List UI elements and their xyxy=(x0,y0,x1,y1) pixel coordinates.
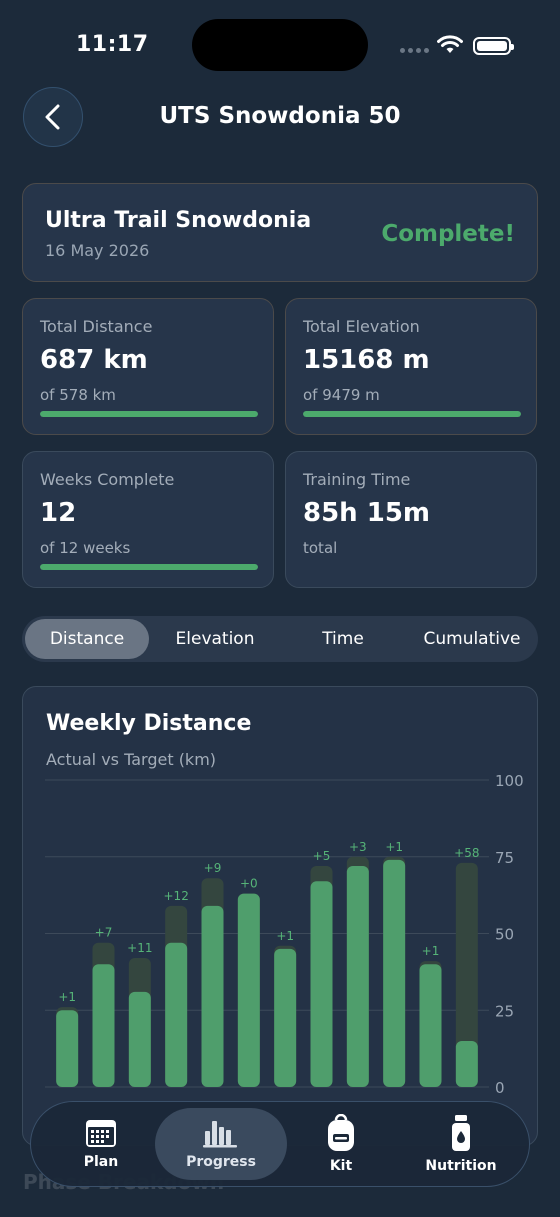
tab-bar: Plan Progress Kit Nutrition xyxy=(30,1101,530,1187)
segment-time[interactable]: Time xyxy=(281,619,405,659)
segment-distance[interactable]: Distance xyxy=(25,619,149,659)
tab-kit[interactable]: Kit xyxy=(275,1108,407,1180)
data-label: +5 xyxy=(313,849,331,863)
stat-sub: of 12 weeks xyxy=(40,539,131,557)
progress-bar xyxy=(40,564,258,570)
data-label: +11 xyxy=(127,941,152,955)
stat-sub: of 9479 m xyxy=(303,386,380,404)
data-label: +1 xyxy=(385,840,403,854)
actual-bar xyxy=(346,865,369,1087)
stat-sub: total xyxy=(303,539,338,557)
actual-bar xyxy=(128,991,151,1087)
stat-label: Training Time xyxy=(303,470,411,489)
actual-bar xyxy=(383,859,406,1087)
wifi-icon xyxy=(437,35,463,53)
data-label: +1 xyxy=(276,929,294,943)
stat-sub: of 578 km xyxy=(40,386,116,404)
backpack-icon xyxy=(328,1114,354,1151)
race-summary-card: Ultra Trail Snowdonia 16 May 2026 Comple… xyxy=(22,183,538,282)
progress-bar xyxy=(303,411,521,417)
bottle-icon xyxy=(452,1115,470,1151)
actual-bar xyxy=(455,1040,478,1087)
stat-value: 85h 15m xyxy=(303,498,431,528)
dynamic-island xyxy=(192,19,368,71)
stat-card-total-elevation: Total Elevation 15168 m of 9479 m xyxy=(285,298,537,435)
weekly-distance-chart-card: Weekly Distance Actual vs Target (km) 02… xyxy=(22,686,538,1146)
race-name: Ultra Trail Snowdonia xyxy=(45,208,312,233)
stat-label: Total Elevation xyxy=(303,317,420,336)
progress-bar xyxy=(40,411,258,417)
data-label: +58 xyxy=(454,846,479,860)
data-label: +1 xyxy=(422,944,440,958)
data-label: +1 xyxy=(58,990,76,1004)
stat-card-total-distance: Total Distance 687 km of 578 km xyxy=(22,298,274,435)
stat-label: Total Distance xyxy=(40,317,153,336)
actual-bar xyxy=(310,881,333,1087)
race-status-badge: Complete! xyxy=(381,221,515,247)
data-label: +3 xyxy=(349,840,367,854)
y-tick-label: 25 xyxy=(495,1002,514,1020)
page-title: UTS Snowdonia 50 xyxy=(159,103,401,129)
y-tick-label: 100 xyxy=(495,772,524,790)
tab-label: Nutrition xyxy=(425,1158,497,1174)
actual-bar xyxy=(274,948,297,1087)
calendar-icon xyxy=(86,1120,116,1147)
stat-value: 12 xyxy=(40,498,77,528)
actual-bar xyxy=(237,893,260,1087)
stat-card-weeks-complete: Weeks Complete 12 of 12 weeks xyxy=(22,451,274,588)
y-tick-label: 50 xyxy=(495,926,514,944)
actual-bar xyxy=(419,964,442,1087)
actual-bar xyxy=(92,964,115,1087)
data-label: +0 xyxy=(240,877,258,891)
data-label: +7 xyxy=(95,926,113,940)
y-tick-label: 0 xyxy=(495,1079,505,1097)
cellular-signal-icon xyxy=(400,48,430,54)
data-label: +9 xyxy=(204,861,222,875)
segment-cumulative[interactable]: Cumulative xyxy=(409,619,535,659)
bar-chart-icon xyxy=(203,1121,237,1148)
stat-card-training-time: Training Time 85h 15m total xyxy=(285,451,537,588)
stat-value: 15168 m xyxy=(303,345,430,375)
tab-label: Progress xyxy=(186,1154,256,1170)
tab-label: Kit xyxy=(329,1158,353,1174)
y-tick-label: 75 xyxy=(495,849,514,867)
actual-bar xyxy=(201,905,224,1087)
tab-nutrition[interactable]: Nutrition xyxy=(395,1108,527,1180)
status-bar: 11:17 xyxy=(0,0,560,90)
stat-label: Weeks Complete xyxy=(40,470,175,489)
actual-bar xyxy=(165,942,188,1087)
metric-segmented-control: Distance Elevation Time Cumulative xyxy=(22,616,538,662)
data-label: +12 xyxy=(164,889,189,903)
race-date: 16 May 2026 xyxy=(45,241,150,260)
segment-elevation[interactable]: Elevation xyxy=(153,619,277,659)
stat-value: 687 km xyxy=(40,345,148,375)
actual-bar xyxy=(56,1010,79,1087)
weekly-distance-chart: 0 25 50 75 100 +1 +7 +11 +12 +9 +0 +1 +5 +3 +1 +1 +58 xyxy=(45,772,524,1097)
tab-progress[interactable]: Progress xyxy=(155,1108,287,1180)
status-time: 11:17 xyxy=(76,32,149,57)
tab-label: Plan xyxy=(83,1154,119,1170)
battery-icon xyxy=(473,37,514,55)
tab-plan[interactable]: Plan xyxy=(35,1108,167,1180)
